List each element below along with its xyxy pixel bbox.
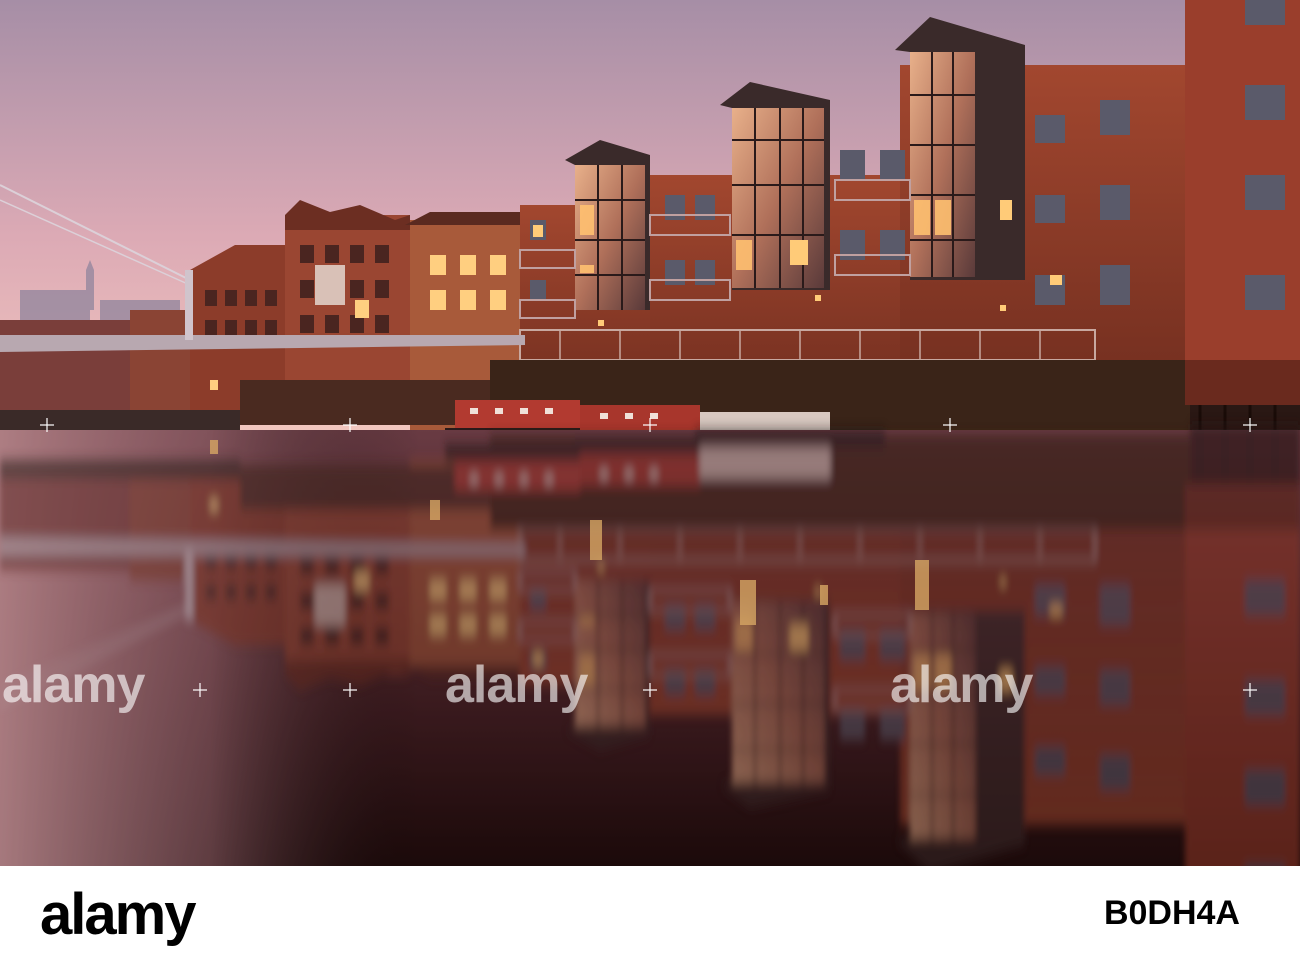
- watermark-left: alamy: [2, 656, 145, 714]
- watermark-cross: [1243, 683, 1257, 697]
- watermark-cross: [1243, 418, 1257, 432]
- alamy-logo[interactable]: alamy: [40, 886, 196, 944]
- watermark-cross: [643, 418, 657, 432]
- watermark-cross: [40, 418, 54, 432]
- watermark-cross: [643, 683, 657, 697]
- footer-bar: alamy B0DH4A: [0, 866, 1300, 956]
- watermark-center: alamy: [445, 656, 588, 714]
- watermark-cross: [343, 418, 357, 432]
- watermark-cross: [193, 683, 207, 697]
- watermark-right: alamy: [890, 656, 1033, 714]
- image-id: B0DH4A: [1103, 894, 1240, 932]
- riverside-scene: [0, 0, 1300, 866]
- river-photo: alamy alamy alamy alamy: [0, 0, 1300, 866]
- watermark-cross: [943, 418, 957, 432]
- watermark-cross: [343, 683, 357, 697]
- stock-photo-page: alamy alamy alamy alamy alamy B0DH4A: [0, 0, 1300, 956]
